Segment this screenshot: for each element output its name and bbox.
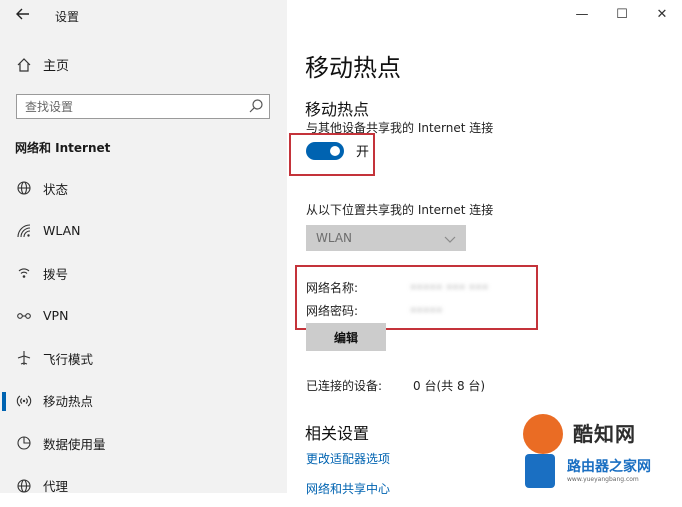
sidebar-item-label: 数据使用量 (43, 434, 106, 453)
watermark-text-2: 路由器之家网 (567, 456, 651, 476)
page-title: 移动热点 (305, 48, 401, 83)
sidebar-item-vpn[interactable]: VPN (0, 295, 287, 338)
network-password-label: 网络密码: (306, 302, 358, 319)
section-title: 移动热点 (305, 96, 369, 120)
connected-devices-value: 0 台(共 8 台) (413, 377, 485, 394)
toggle-label: 开 (356, 141, 369, 160)
nav-list: 状态 WLAN 拨号 VPN 飞行模式 (0, 167, 287, 507)
edit-button[interactable]: 编辑 (306, 323, 386, 351)
sidebar-item-label: 代理 (43, 476, 68, 495)
sidebar-item-label: VPN (43, 308, 68, 323)
vpn-icon (15, 307, 33, 325)
sidebar-item-data-usage[interactable]: 数据使用量 (0, 422, 287, 465)
sidebar-item-label: 状态 (43, 179, 68, 198)
window-controls: — ☐ ✕ (562, 0, 682, 28)
chevron-down-icon (444, 229, 456, 248)
globe-icon (15, 179, 33, 197)
watermark-wifi-icon (525, 454, 555, 488)
wifi-icon (15, 222, 33, 240)
data-usage-icon (15, 434, 33, 452)
toggle-knob (330, 146, 340, 156)
sidebar-item-label: WLAN (43, 223, 81, 238)
airplane-icon (15, 349, 33, 367)
maximize-button[interactable]: ☐ (602, 0, 642, 28)
search-box[interactable] (16, 94, 270, 119)
watermark-url: www.yueyangbang.com (567, 476, 639, 483)
close-button[interactable]: ✕ (642, 0, 682, 28)
watermark-logo: 酷知网 路由器之家网 www.yueyangbang.com (517, 408, 677, 493)
sidebar-item-home[interactable]: 主页 (15, 55, 69, 74)
sidebar: 设置 主页 网络和 Internet 状态 WLAN (0, 0, 287, 493)
dialup-icon (15, 264, 33, 282)
highlight-box-credentials (295, 265, 538, 330)
network-sharing-center-link[interactable]: 网络和共享中心 (306, 480, 390, 497)
sidebar-item-status[interactable]: 状态 (0, 167, 287, 210)
connected-devices-label: 已连接的设备: (306, 377, 382, 394)
sidebar-item-label: 拨号 (43, 264, 68, 283)
sidebar-item-label: 移动热点 (43, 391, 93, 410)
network-name-label: 网络名称: (306, 279, 358, 296)
watermark-circle (523, 414, 563, 454)
watermark-text: 酷知网 (573, 418, 636, 447)
home-icon (15, 56, 33, 74)
sidebar-item-mobile-hotspot[interactable]: 移动热点 (0, 380, 287, 423)
related-settings-heading: 相关设置 (305, 420, 369, 444)
proxy-globe-icon (15, 477, 33, 495)
toggle-switch[interactable] (306, 142, 344, 160)
app-title: 设置 (55, 8, 79, 25)
share-from-dropdown[interactable]: WLAN (306, 225, 466, 251)
minimize-button[interactable]: — (562, 0, 602, 28)
section-heading: 网络和 Internet (15, 139, 110, 156)
sidebar-item-wlan[interactable]: WLAN (0, 210, 287, 253)
hotspot-toggle[interactable]: 开 (306, 141, 369, 160)
sidebar-item-proxy[interactable]: 代理 (0, 465, 287, 507)
network-password-value: ••••• (410, 304, 442, 317)
hotspot-icon (15, 392, 33, 410)
search-icon[interactable] (248, 98, 264, 118)
back-arrow-icon[interactable] (16, 6, 30, 24)
sidebar-item-label: 飞行模式 (43, 349, 93, 368)
sidebar-item-dialup[interactable]: 拨号 (0, 252, 287, 295)
change-adapter-options-link[interactable]: 更改适配器选项 (306, 450, 390, 467)
sidebar-item-label: 主页 (43, 55, 69, 74)
network-name-value: ••••• ••• ••• (410, 281, 488, 294)
share-from-label: 从以下位置共享我的 Internet 连接 (306, 201, 493, 218)
dropdown-value: WLAN (316, 231, 444, 245)
sidebar-item-airplane-mode[interactable]: 飞行模式 (0, 337, 287, 380)
main-panel: — ☐ ✕ 移动热点 移动热点 与其他设备共享我的 Internet 连接 开 … (287, 0, 682, 493)
search-input[interactable] (17, 95, 253, 118)
